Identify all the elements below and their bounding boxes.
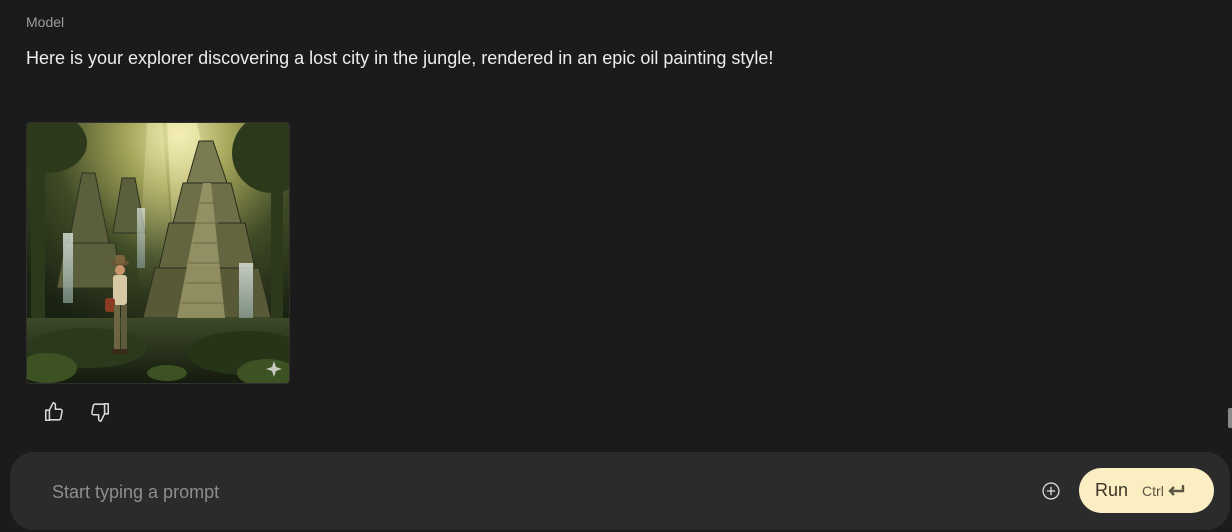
prompt-bar: Run Ctrl	[10, 452, 1230, 530]
scrollbar-handle[interactable]	[1228, 408, 1232, 428]
prompt-input[interactable]	[50, 476, 954, 508]
run-shortcut: Ctrl	[1142, 483, 1186, 499]
plus-circle-icon	[1042, 482, 1060, 500]
role-label: Model	[26, 14, 65, 30]
shortcut-label: Ctrl	[1142, 482, 1164, 499]
model-message: Here is your explorer discovering a lost…	[26, 48, 774, 68]
thumbs-up-button[interactable]	[42, 400, 66, 424]
feedback-controls	[42, 400, 112, 424]
run-button-label: Run	[1095, 480, 1129, 500]
thumbs-down-button[interactable]	[88, 400, 112, 424]
thumbs-up-icon	[44, 402, 63, 422]
generated-image[interactable]	[26, 122, 290, 384]
enter-key-icon	[1168, 484, 1185, 496]
jungle-temple-painting	[27, 123, 289, 383]
thumbs-down-icon	[91, 402, 110, 422]
chat-page: Model Here is your explorer discovering …	[0, 0, 1232, 532]
run-button[interactable]: Run Ctrl	[1079, 468, 1214, 513]
add-media-button[interactable]	[1040, 480, 1062, 502]
